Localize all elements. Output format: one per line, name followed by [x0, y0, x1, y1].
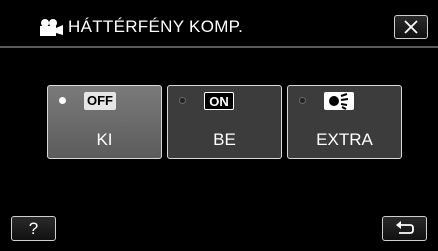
- selection-indicator: [179, 97, 186, 104]
- back-button[interactable]: [382, 216, 427, 241]
- return-icon: [396, 221, 414, 234]
- option-label: BE: [213, 130, 236, 149]
- help-button[interactable]: ?: [11, 216, 56, 241]
- option-label: EXTRA: [316, 130, 373, 149]
- page-title: HÁTTÉRFÉNY KOMP.: [68, 17, 244, 36]
- close-button[interactable]: [394, 15, 428, 39]
- close-icon: [404, 20, 418, 34]
- selection-indicator: [299, 97, 306, 104]
- selection-indicator: [59, 97, 66, 104]
- option-be-button[interactable]: ON BE: [167, 85, 282, 159]
- option-label: KI: [96, 130, 113, 149]
- movie-camera-icon: [40, 19, 63, 36]
- option-extra-button[interactable]: EXTRA: [287, 85, 402, 159]
- extra-backlight-icon: [324, 92, 354, 110]
- top-bar: HÁTTÉRFÉNY KOMP.: [0, 0, 438, 44]
- divider: [0, 46, 438, 48]
- on-icon: ON: [204, 92, 234, 110]
- option-ki-button[interactable]: OFF KI: [47, 85, 162, 159]
- off-icon: OFF: [84, 92, 116, 110]
